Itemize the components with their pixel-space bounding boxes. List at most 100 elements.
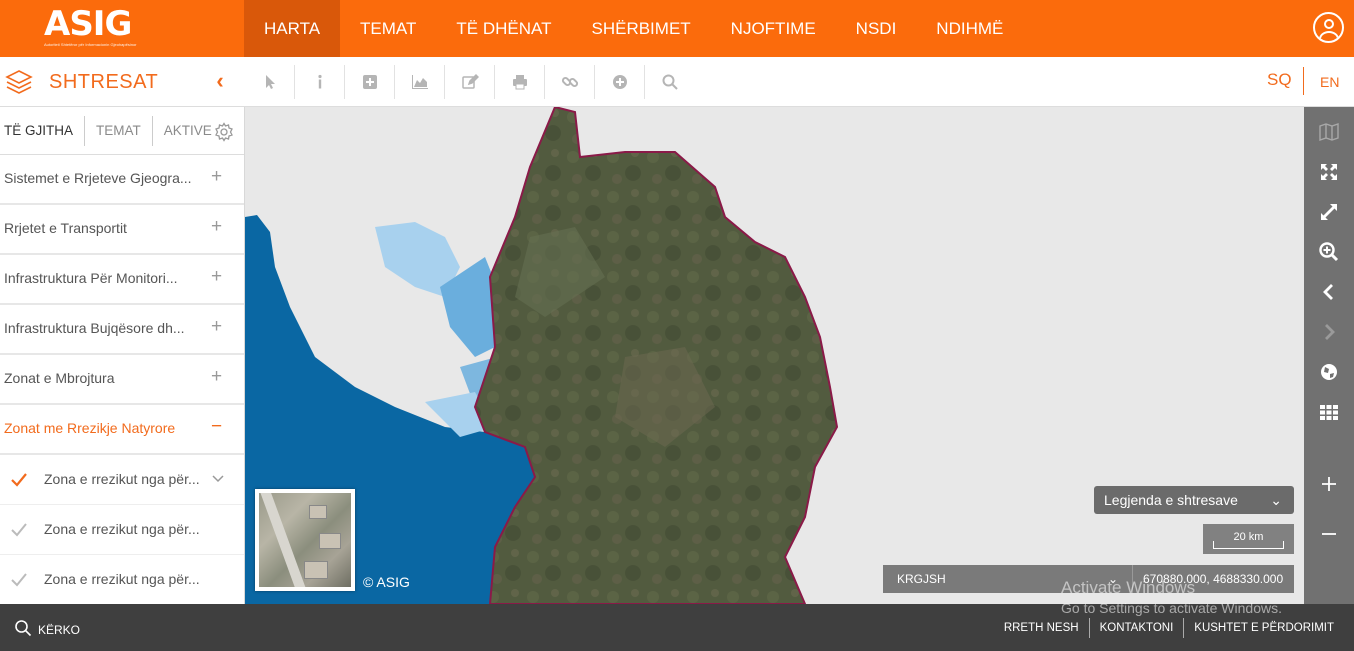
plus-circle-icon[interactable] (595, 65, 645, 99)
nav-te-dhenat[interactable]: TË DHËNAT (436, 0, 571, 57)
chevron-left-icon[interactable]: ‹ (210, 68, 230, 94)
nav-ndihme[interactable]: NDIHMË (916, 0, 1023, 57)
layer-group-label: Zonat me Rrezikje Natyrore (4, 420, 176, 436)
fullscreen-icon[interactable] (1304, 152, 1354, 192)
forward-icon[interactable] (1304, 312, 1354, 352)
thumb-house (304, 561, 328, 579)
panel-title: SHTRESAT (49, 71, 159, 93)
check-icon[interactable] (10, 571, 28, 589)
scale-bar: 20 km (1203, 524, 1294, 554)
watermark-line-2: Go to Settings to activate Windows. (1061, 600, 1282, 616)
expand-icon[interactable] (1304, 192, 1354, 232)
main-nav: HARTA TEMAT TË DHËNAT SHËRBIMET NJOFTIME… (244, 0, 1023, 57)
grid-icon[interactable] (1304, 392, 1354, 432)
pointer-icon[interactable] (245, 65, 295, 99)
layer-group-label: Rrjetet e Transportit (4, 220, 127, 236)
sublayer-item[interactable]: Zona e rrezikut nga për... (0, 455, 244, 505)
map-image (245, 107, 839, 604)
zoom-rect-icon[interactable] (1304, 232, 1354, 272)
scale-line (1213, 541, 1284, 549)
layer-group[interactable]: Rrjetet e Transportit + (0, 205, 244, 255)
map-tools (245, 65, 695, 99)
gear-icon[interactable] (214, 122, 234, 142)
minus-icon[interactable]: − (211, 416, 222, 438)
asig-logo[interactable]: ASIG Autoriteti Shtetëror për Informacio… (44, 6, 154, 50)
layer-group-label: Zonat e Mbrojtura (4, 370, 115, 386)
chevron-down-icon[interactable] (211, 472, 225, 486)
user-icon-head (1324, 19, 1334, 29)
layer-group-open[interactable]: Zonat me Rrezikje Natyrore − (0, 405, 244, 455)
map-icon[interactable] (1304, 112, 1354, 152)
check-icon[interactable] (10, 521, 28, 539)
layer-group[interactable]: Sistemet e Rrjeteve Gjeogra... + (0, 155, 244, 205)
nav-temat[interactable]: TEMAT (340, 0, 436, 57)
layers-icon (5, 70, 33, 94)
nav-harta[interactable]: HARTA (244, 0, 341, 57)
logo-text: ASIG (44, 4, 132, 44)
map-canvas[interactable]: © ASIG Legjenda e shtresave ⌄ 20 km KRGJ… (245, 107, 1304, 604)
thumb-house (319, 533, 341, 549)
sublayer-label: Zona e rrezikut nga për... (44, 521, 200, 537)
nav-njoftime[interactable]: NJOFTIME (711, 0, 836, 57)
tab-aktive[interactable]: AKTIVE (153, 116, 212, 146)
user-icon-body (1319, 31, 1339, 41)
plus-icon[interactable]: + (211, 316, 222, 338)
plus-icon[interactable]: + (211, 166, 222, 188)
print-icon[interactable] (495, 65, 545, 99)
footer-link-contact[interactable]: KONTAKTONI (1090, 618, 1185, 638)
lang-separator (1303, 67, 1304, 95)
user-icon[interactable] (1313, 12, 1344, 43)
edit-icon[interactable] (445, 65, 495, 99)
basemap-thumbnail-image (259, 493, 351, 587)
top-bar: ASIG Autoriteti Shtetëror për Informacio… (0, 0, 1354, 57)
search-label[interactable]: KËRKO (38, 623, 80, 637)
legend-label: Legjenda e shtresave (1104, 492, 1238, 508)
map-copyright: © ASIG (363, 574, 410, 590)
lang-sq[interactable]: SQ (1267, 70, 1292, 90)
link-icon[interactable] (545, 65, 595, 99)
info-icon[interactable] (295, 65, 345, 99)
layer-tabs: TË GJITHA TEMAT AKTIVE (0, 107, 244, 155)
nav-sherbimet[interactable]: SHËRBIMET (571, 0, 710, 57)
chevron-down-icon: ⌄ (1270, 492, 1282, 508)
map-controls (1304, 107, 1354, 604)
logo-tagline: Autoriteti Shtetëror për Informacionin G… (44, 42, 137, 47)
basemap-thumbnail[interactable] (255, 489, 355, 591)
sublayer-item[interactable]: Zona e rrezikut nga për... (0, 555, 244, 604)
tab-temat[interactable]: TEMAT (85, 115, 153, 146)
nav-nsdi[interactable]: NSDI (836, 0, 917, 57)
legend-button[interactable]: Legjenda e shtresave ⌄ (1094, 486, 1294, 514)
chart-area-icon[interactable] (395, 65, 445, 99)
plus-icon[interactable]: + (211, 216, 222, 238)
watermark-line-1: Activate Windows (1061, 578, 1196, 597)
layers-panel: TË GJITHA TEMAT AKTIVE Sistemet e Rrjete… (0, 107, 245, 604)
footer-links: RRETH NESH KONTAKTONI KUSHTET E PËRDORIM… (994, 618, 1344, 638)
sublayer-item[interactable]: Zona e rrezikut nga për... (0, 505, 244, 555)
footer-link-terms[interactable]: KUSHTET E PËRDORIMIT (1184, 618, 1344, 638)
zoom-out-icon[interactable] (1304, 514, 1354, 554)
plus-icon[interactable]: + (211, 266, 222, 288)
sublayer-label: Zona e rrezikut nga për... (44, 571, 200, 587)
thumb-road (259, 493, 310, 587)
thumb-house (309, 505, 327, 519)
crs-value: KRGJSH (897, 572, 946, 586)
search-icon[interactable] (14, 619, 32, 637)
lang-en[interactable]: EN (1320, 74, 1339, 90)
zoom-in-icon[interactable] (1304, 464, 1354, 504)
add-square-icon[interactable] (345, 65, 395, 99)
tab-te-gjitha[interactable]: TË GJITHA (0, 115, 86, 146)
activation-watermark: Activate Windows Go to Settings to activ… (1061, 578, 1282, 618)
search-icon[interactable] (645, 65, 695, 99)
sublayer-label: Zona e rrezikut nga për... (44, 471, 200, 487)
layer-group[interactable]: Zonat e Mbrojtura + (0, 355, 244, 405)
layer-group[interactable]: Infrastruktura Bujqësore dh... + (0, 305, 244, 355)
footer-link-about[interactable]: RRETH NESH (994, 618, 1090, 638)
plus-icon[interactable]: + (211, 366, 222, 388)
back-icon[interactable] (1304, 272, 1354, 312)
layer-group-label: Sistemet e Rrjeteve Gjeogra... (4, 170, 192, 186)
check-icon[interactable] (10, 471, 28, 489)
layer-group-label: Infrastruktura Bujqësore dh... (4, 320, 185, 336)
layer-group-label: Infrastruktura Për Monitori... (4, 270, 178, 286)
globe-icon[interactable] (1304, 352, 1354, 392)
layer-group[interactable]: Infrastruktura Për Monitori... + (0, 255, 244, 305)
